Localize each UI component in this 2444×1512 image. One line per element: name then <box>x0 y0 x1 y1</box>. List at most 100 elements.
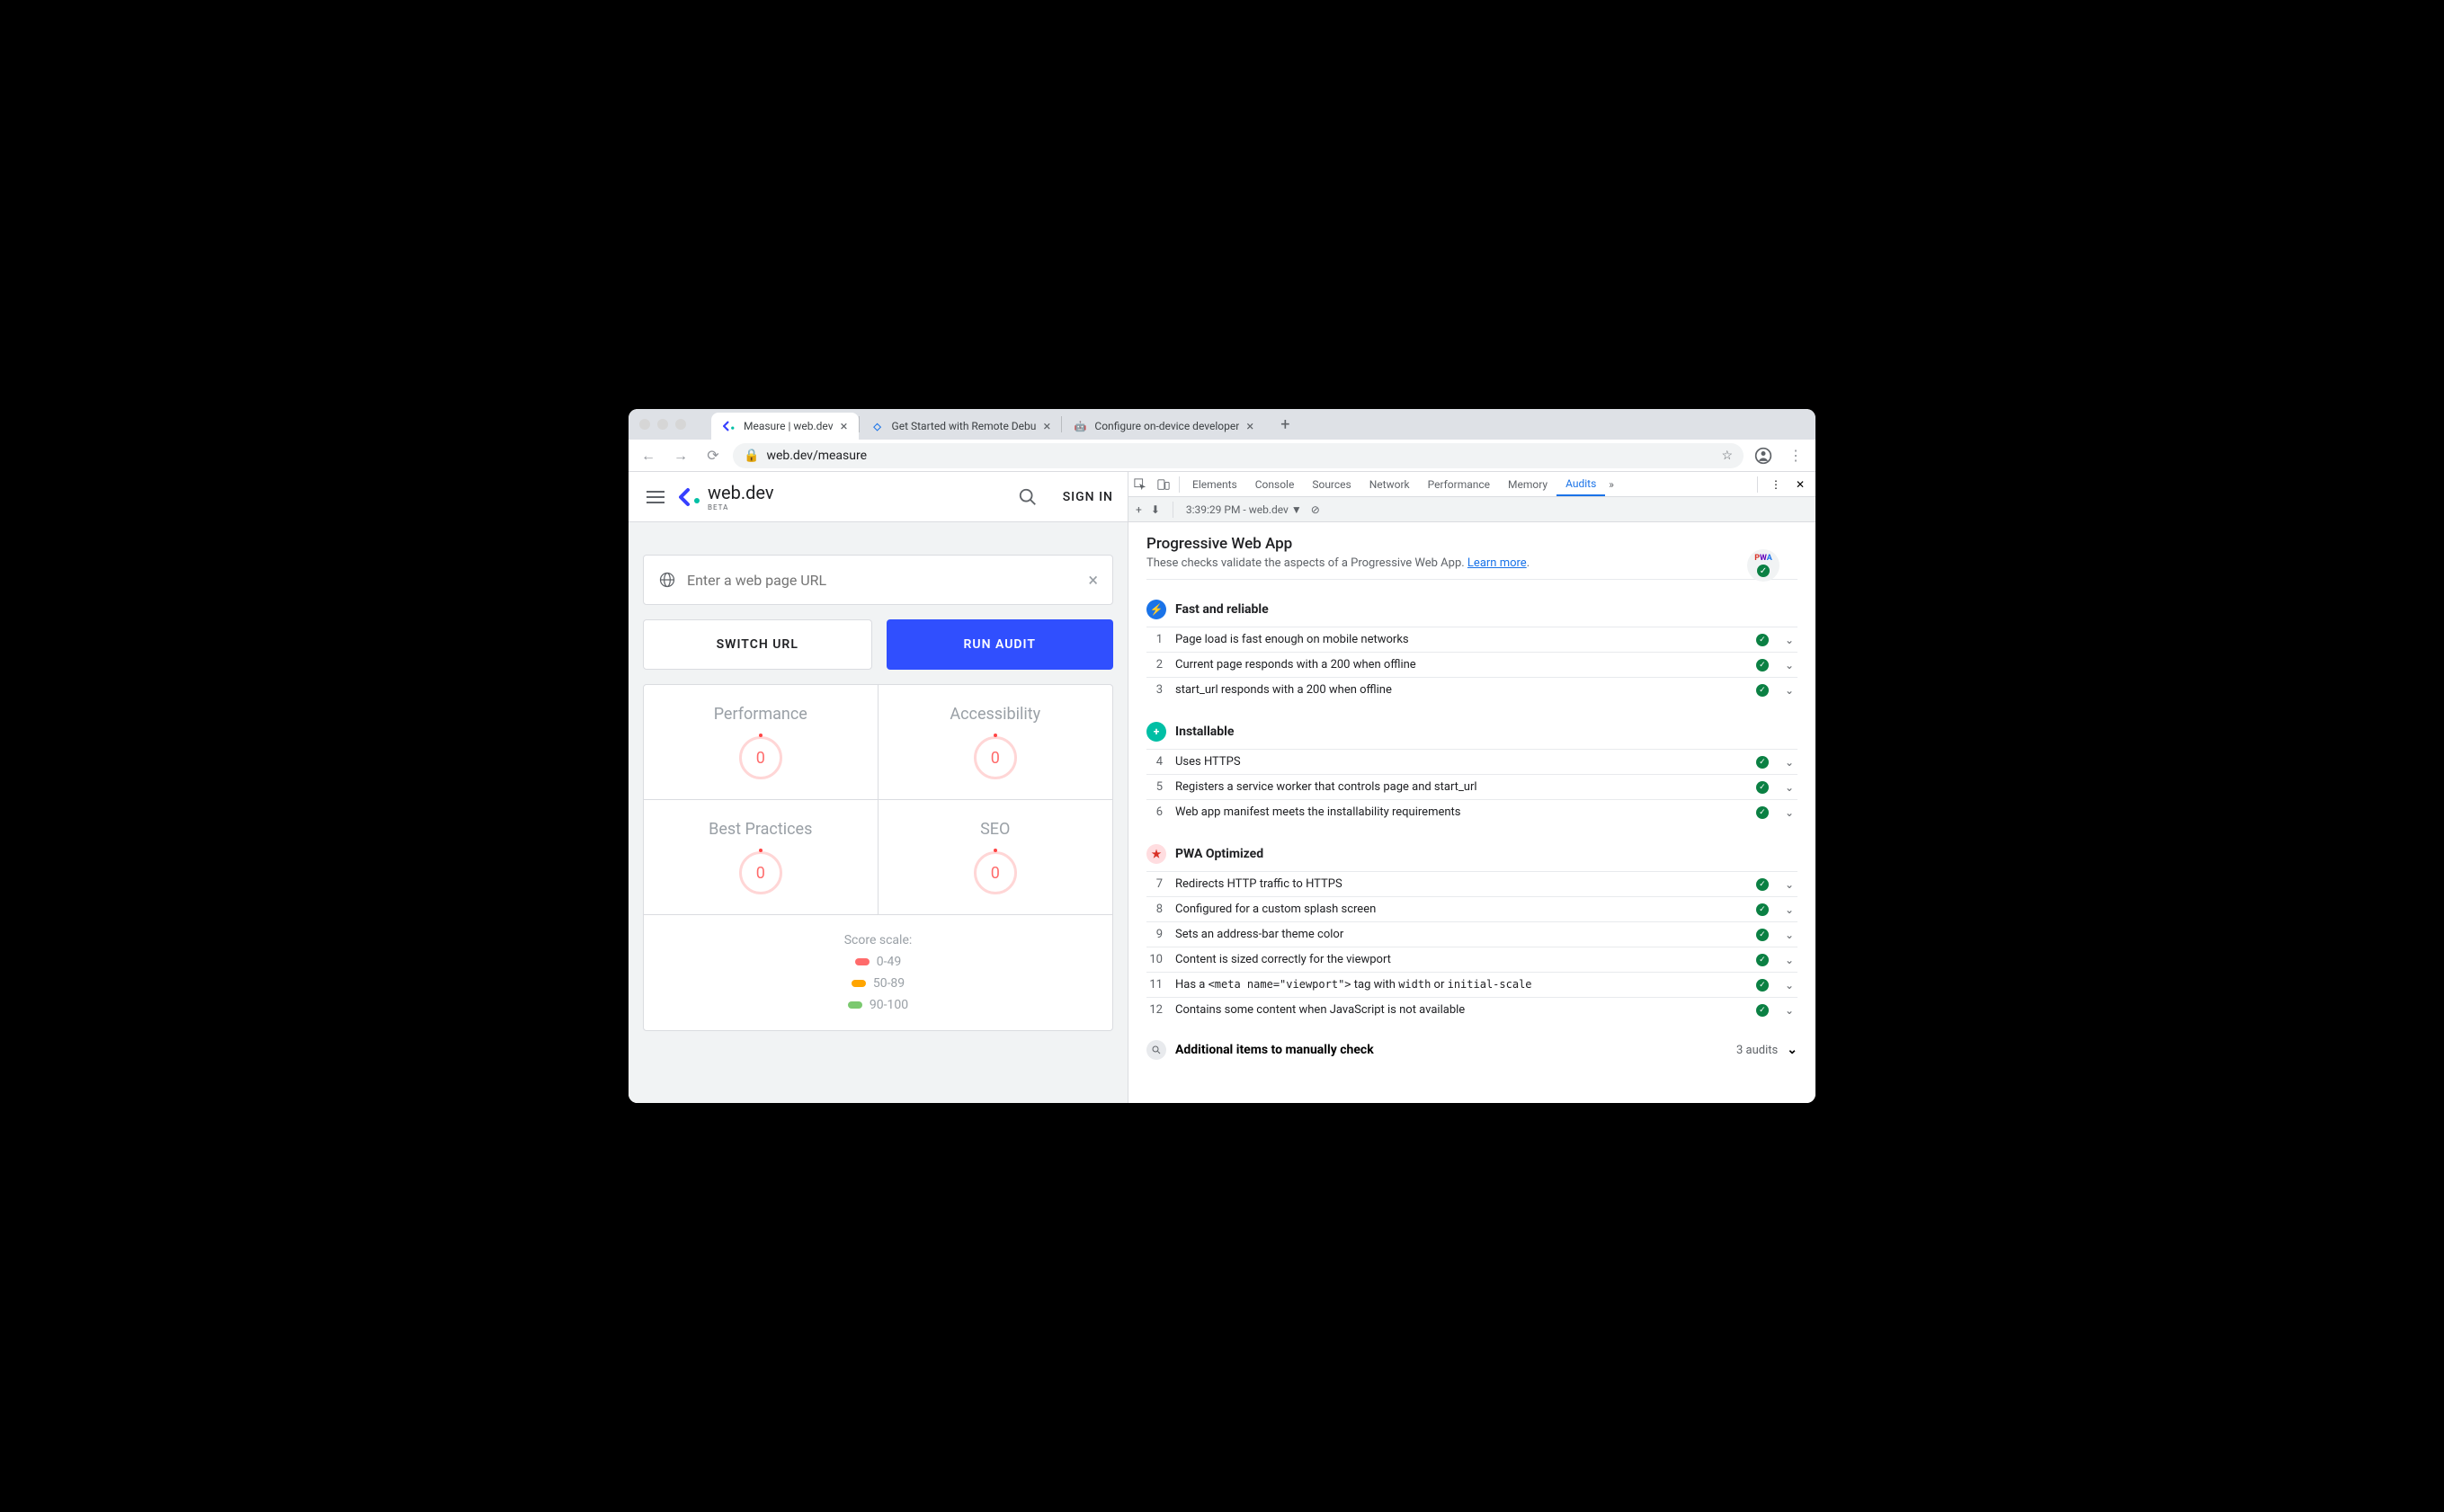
button-row: SWITCH URL RUN AUDIT <box>643 619 1113 670</box>
audit-num: 4 <box>1146 755 1163 769</box>
score-ring: 0 <box>739 851 782 894</box>
devtools-tab-network[interactable]: Network <box>1360 472 1419 496</box>
audit-row[interactable]: 5Registers a service worker that control… <box>1146 774 1797 799</box>
new-tab-button[interactable]: + <box>1271 415 1298 434</box>
audit-num: 7 <box>1146 877 1163 891</box>
clear-icon[interactable]: × <box>1088 569 1098 591</box>
audit-text: Web app manifest meets the installabilit… <box>1175 805 1744 819</box>
audit-row[interactable]: 7Redirects HTTP traffic to HTTPS✓⌄ <box>1146 871 1797 896</box>
audit-num: 5 <box>1146 780 1163 794</box>
pass-icon: ✓ <box>1756 684 1769 697</box>
audit-text: Has a <meta name="viewport"> tag with wi… <box>1175 978 1744 992</box>
menu-icon[interactable]: ⋮ <box>1783 443 1808 468</box>
signin-link[interactable]: SIGN IN <box>1063 490 1113 504</box>
download-icon[interactable]: ⬇ <box>1151 503 1160 516</box>
forward-button[interactable]: → <box>668 443 693 468</box>
audit-num: 11 <box>1146 978 1163 992</box>
audit-num: 8 <box>1146 903 1163 916</box>
lock-icon: 🔒 <box>744 449 759 463</box>
globe-icon <box>658 571 676 589</box>
search-small-icon <box>1146 1040 1166 1060</box>
score-label: SEO <box>898 820 1093 839</box>
tab-close-icon[interactable]: × <box>1246 418 1253 434</box>
audit-num: 2 <box>1146 658 1163 672</box>
scale-label: Score scale: <box>844 933 913 947</box>
devtools-settings-icon[interactable]: ⋮ <box>1765 478 1787 491</box>
traffic-light-min[interactable] <box>657 419 668 430</box>
traffic-light-max[interactable] <box>675 419 686 430</box>
pass-icon: ✓ <box>1756 954 1769 966</box>
more-tabs-icon[interactable]: » <box>1609 478 1614 491</box>
pass-icon: ✓ <box>1756 878 1769 891</box>
search-icon[interactable] <box>1018 487 1038 507</box>
content: web.dev BETA SIGN IN × SWITCH URL RUN AU… <box>629 472 1815 1103</box>
audit-selector[interactable]: 3:39:29 PM - web.dev ▼ <box>1186 503 1302 516</box>
audit-num: 3 <box>1146 683 1163 697</box>
score-cell: Performance 0 <box>644 685 879 800</box>
audit-text: Content is sized correctly for the viewp… <box>1175 953 1744 966</box>
switch-url-button[interactable]: SWITCH URL <box>643 619 872 670</box>
audit-row[interactable]: 3start_url responds with a 200 when offl… <box>1146 677 1797 702</box>
star-icon[interactable]: ☆ <box>1721 449 1733 463</box>
audit-row[interactable]: 12Contains some content when JavaScript … <box>1146 997 1797 1022</box>
reload-button[interactable]: ⟳ <box>700 443 726 468</box>
devtools-tab-performance[interactable]: Performance <box>1419 472 1499 496</box>
section-head: ★PWA Optimized <box>1146 844 1797 864</box>
pill-red-icon <box>855 958 870 965</box>
pass-icon: ✓ <box>1756 806 1769 819</box>
back-button[interactable]: ← <box>636 443 661 468</box>
tab-favicon-icon <box>722 419 736 433</box>
url-input[interactable] <box>687 572 1077 589</box>
audits-toolbar: + ⬇ 3:39:29 PM - web.dev ▼ ⊘ <box>1128 497 1815 522</box>
section-icon: + <box>1146 722 1166 742</box>
run-audit-button[interactable]: RUN AUDIT <box>887 619 1114 670</box>
devtools-tab-memory[interactable]: Memory <box>1499 472 1556 496</box>
audit-row[interactable]: 10Content is sized correctly for the vie… <box>1146 947 1797 972</box>
score-label: Best Practices <box>664 820 858 839</box>
score-ring: 0 <box>739 736 782 779</box>
omnibox[interactable]: 🔒 web.dev/measure ☆ <box>733 443 1744 468</box>
audit-row[interactable]: 8Configured for a custom splash screen✓⌄ <box>1146 896 1797 921</box>
new-audit-icon[interactable]: + <box>1136 503 1142 516</box>
audits-body: Progressive Web App These checks validat… <box>1128 522 1815 1103</box>
audit-row[interactable]: 2Current page responds with a 200 when o… <box>1146 652 1797 677</box>
inspect-icon[interactable] <box>1128 478 1152 491</box>
traffic-light-close[interactable] <box>639 419 650 430</box>
manual-count: 3 audits <box>1736 1044 1778 1057</box>
manual-check-row[interactable]: Additional items to manually check 3 aud… <box>1146 1040 1797 1060</box>
audit-row[interactable]: 6Web app manifest meets the installabili… <box>1146 799 1797 824</box>
score-ring: 0 <box>974 736 1017 779</box>
score-label: Performance <box>664 705 858 724</box>
pwa-badge: PWA ✓ <box>1747 549 1779 582</box>
learn-more-link[interactable]: Learn more <box>1467 556 1527 570</box>
devtools-close-icon[interactable]: ✕ <box>1790 478 1810 491</box>
audit-row[interactable]: 9Sets an address-bar theme color✓⌄ <box>1146 921 1797 947</box>
audit-row[interactable]: 1Page load is fast enough on mobile netw… <box>1146 627 1797 652</box>
audit-text: Configured for a custom splash screen <box>1175 903 1744 916</box>
tab-title: Get Started with Remote Debu <box>892 420 1037 432</box>
section-icon: ★ <box>1146 844 1166 864</box>
chevron-down-icon: ⌄ <box>1781 979 1797 992</box>
profile-icon[interactable] <box>1751 443 1776 468</box>
devtools-tab-console[interactable]: Console <box>1246 472 1304 496</box>
site-logo[interactable]: web.dev BETA <box>679 482 774 511</box>
pill-green-icon <box>848 1001 862 1009</box>
browser-tab[interactable]: 🤖Configure on-device developer× <box>1062 413 1264 440</box>
tab-close-icon[interactable]: × <box>841 418 848 434</box>
tab-close-icon[interactable]: × <box>1043 418 1050 434</box>
browser-tab[interactable]: Measure | web.dev× <box>711 413 859 440</box>
browser-tab[interactable]: ◇Get Started with Remote Debu× <box>860 413 1062 440</box>
audit-row[interactable]: 4Uses HTTPS✓⌄ <box>1146 749 1797 774</box>
audit-section: ★PWA Optimized 7Redirects HTTP traffic to… <box>1146 844 1797 1022</box>
devtools-tab-sources[interactable]: Sources <box>1303 472 1360 496</box>
scale-0: 0-49 <box>877 955 901 969</box>
audit-row[interactable]: 11 Has a <meta name="viewport"> tag with … <box>1146 972 1797 997</box>
chevron-down-icon: ⌄ <box>1781 806 1797 819</box>
clear-audit-icon[interactable]: ⊘ <box>1311 503 1320 516</box>
device-icon[interactable] <box>1152 478 1175 491</box>
chevron-down-icon: ⌄ <box>1781 929 1797 941</box>
hamburger-icon[interactable] <box>643 485 668 510</box>
devtools-tab-audits[interactable]: Audits <box>1556 472 1605 496</box>
devtools-tab-elements[interactable]: Elements <box>1183 472 1246 496</box>
address-bar: ← → ⟳ 🔒 web.dev/measure ☆ ⋮ <box>629 440 1815 472</box>
